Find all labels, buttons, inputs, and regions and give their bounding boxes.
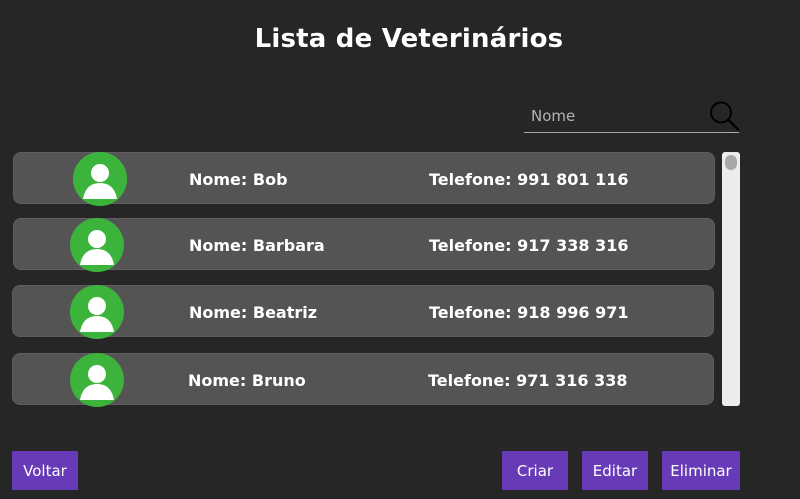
user-avatar-icon [70, 218, 124, 272]
voltar-button[interactable]: Voltar [12, 451, 78, 490]
vet-name: Nome: Barbara [189, 236, 325, 255]
criar-button[interactable]: Criar [502, 451, 568, 490]
page-title: Lista de Veterinários [254, 24, 564, 54]
user-avatar-icon [73, 152, 127, 206]
user-avatar-icon [70, 285, 124, 339]
vet-name: Nome: Beatriz [189, 303, 318, 322]
search-icon[interactable] [708, 100, 740, 132]
scrollbar-thumb[interactable] [725, 155, 737, 170]
list-item[interactable]: Nome: Beatriz Telefone: 918 996 971 [12, 285, 714, 339]
eliminar-button[interactable]: Eliminar [662, 451, 740, 490]
vet-phone: Telefone: 917 338 316 [429, 236, 629, 255]
vet-name: Nome: Bruno [188, 371, 306, 390]
search-field[interactable] [524, 100, 739, 133]
editar-button[interactable]: Editar [582, 451, 648, 490]
list-scrollbar[interactable] [722, 152, 740, 406]
list-item[interactable]: Nome: Bob Telefone: 991 801 116 [13, 152, 715, 206]
list-item[interactable]: Nome: Barbara Telefone: 917 338 316 [13, 218, 715, 272]
search-input[interactable] [524, 103, 711, 129]
vet-name: Nome: Bob [189, 170, 288, 189]
vet-phone: Telefone: 918 996 971 [429, 303, 629, 322]
user-avatar-icon [70, 353, 124, 407]
vet-phone: Telefone: 971 316 338 [428, 371, 628, 390]
vet-phone: Telefone: 991 801 116 [429, 170, 629, 189]
list-item[interactable]: Nome: Bruno Telefone: 971 316 338 [12, 353, 714, 407]
